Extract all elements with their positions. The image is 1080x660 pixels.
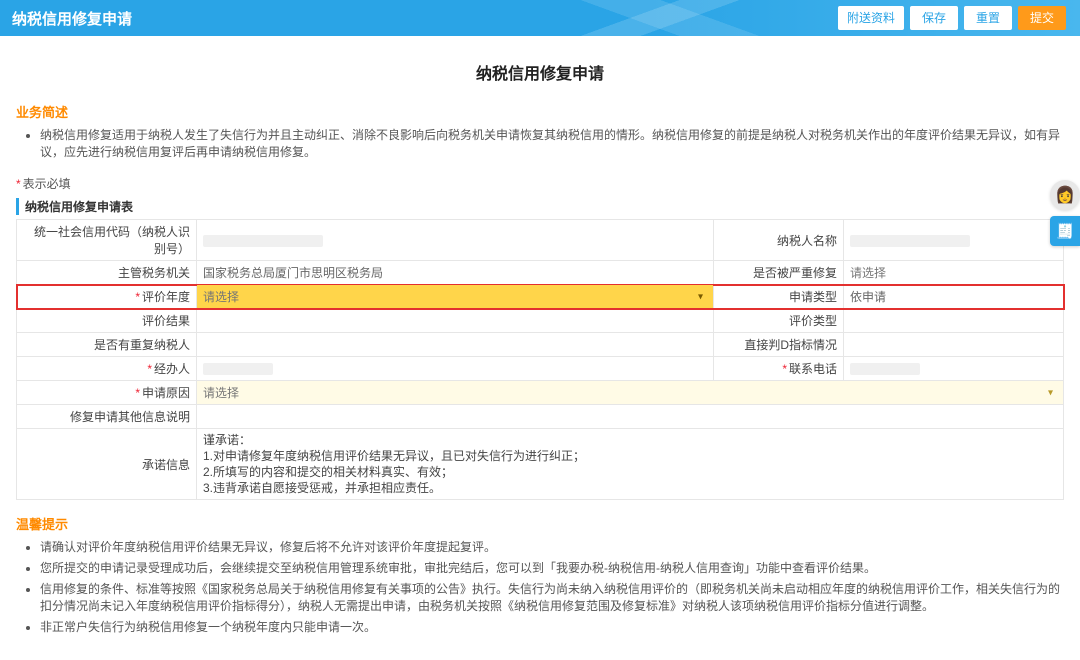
label-reason-text: 申请原因 [142, 386, 190, 400]
business-item: 纳税信用修复适用于纳税人发生了失信行为并且主动纠正、消除不良影响后向税务机关申请… [40, 127, 1064, 161]
masked-value [203, 363, 273, 375]
value-eval-result [197, 309, 714, 333]
value-full-repair[interactable]: 请选择 [844, 261, 1064, 285]
required-star-icon: * [135, 386, 140, 400]
form-row: 评价结果 评价类型 [17, 309, 1064, 333]
chevron-down-icon: ▾ [698, 291, 703, 302]
label-agent: *经办人 [17, 357, 197, 381]
reason-select[interactable]: 请选择 ▾ [197, 381, 1064, 405]
label-taxpayer-name: 纳税人名称 [714, 220, 844, 261]
eval-year-select[interactable]: ▾ [197, 285, 714, 309]
required-note: *表示必填 [16, 175, 1064, 192]
required-star-icon: * [782, 362, 787, 376]
value-has-severe [197, 333, 714, 357]
form-row: 承诺信息 谨承诺： 1.对申请修复年度纳税信用评价结果无异议，且已对失信行为进行… [17, 429, 1064, 500]
label-eval-kind: 评价类型 [714, 309, 844, 333]
form-row: 是否有重复纳税人 直接判D指标情况 [17, 333, 1064, 357]
side-panel-toggle[interactable]: 🧾 [1050, 216, 1080, 246]
commitment-line: 2.所填写的内容和提交的相关材料真实、有效； [203, 464, 1057, 480]
form-row: *经办人 *联系电话 [17, 357, 1064, 381]
required-star-icon: * [16, 177, 21, 191]
commitment-intro: 谨承诺： [203, 432, 1057, 448]
chevron-down-icon: ▾ [1048, 387, 1053, 398]
section-business-heading: 业务简述 [16, 102, 1064, 121]
value-uscc [197, 220, 714, 261]
attach-button[interactable]: 附送资料 [838, 6, 904, 30]
assistant-avatar-icon[interactable]: 👩 [1050, 180, 1080, 210]
header-decoration [520, 0, 820, 36]
label-apply-type: 申请类型 [714, 285, 844, 309]
tips-item: 非正常户失信行为纳税信用修复一个纳税年度内只能申请一次。 [40, 619, 1064, 636]
form-row: 修复申请其他信息说明 [17, 405, 1064, 429]
floating-widgets: 👩 🧾 [1050, 180, 1080, 246]
submit-button[interactable]: 提交 [1018, 6, 1066, 30]
label-eval-result: 评价结果 [17, 309, 197, 333]
eval-year-input[interactable] [203, 290, 707, 304]
save-button[interactable]: 保存 [910, 6, 958, 30]
value-authority: 国家税务总局厦门市思明区税务局 [197, 261, 714, 285]
page-title: 纳税信用修复申请 [16, 60, 1064, 84]
page-body: 纳税信用修复申请 业务简述 纳税信用修复适用于纳税人发生了失信行为并且主动纠正、… [0, 36, 1080, 660]
masked-value [850, 235, 970, 247]
tips-item: 信用修复的条件、标准等按照《国家税务总局关于纳税信用修复有关事项的公告》执行。失… [40, 581, 1064, 615]
label-d-indicator: 直接判D指标情况 [714, 333, 844, 357]
app-header: 纳税信用修复申请 附送资料 保存 重置 提交 [0, 0, 1080, 36]
label-uscc: 统一社会信用代码（纳税人识别号） [17, 220, 197, 261]
section-tips-heading: 温馨提示 [16, 514, 1064, 533]
tips-list: 请确认对评价年度纳税信用评价结果无异议，修复后将不允许对该评价年度提起复评。 您… [40, 539, 1064, 636]
value-phone[interactable] [844, 357, 1064, 381]
label-phone: *联系电话 [714, 357, 844, 381]
form-row: *申请原因 请选择 ▾ [17, 381, 1064, 405]
value-taxpayer-name [844, 220, 1064, 261]
commitment-line: 3.违背承诺自愿接受惩戒，并承担相应责任。 [203, 480, 1057, 496]
value-agent[interactable] [197, 357, 714, 381]
reset-button[interactable]: 重置 [964, 6, 1012, 30]
form-row: 主管税务机关 国家税务总局厦门市思明区税务局 是否被严重修复 请选择 [17, 261, 1064, 285]
label-authority: 主管税务机关 [17, 261, 197, 285]
business-list: 纳税信用修复适用于纳税人发生了失信行为并且主动纠正、消除不良影响后向税务机关申请… [40, 127, 1064, 161]
reason-placeholder: 请选择 [203, 386, 239, 400]
commitment-text: 谨承诺： 1.对申请修复年度纳税信用评价结果无异议，且已对失信行为进行纠正； 2… [197, 429, 1064, 500]
label-other-note: 修复申请其他信息说明 [17, 405, 197, 429]
label-reason: *申请原因 [17, 381, 197, 405]
masked-value [850, 363, 920, 375]
required-note-text: 表示必填 [23, 177, 71, 191]
header-buttons: 附送资料 保存 重置 提交 [838, 6, 1066, 30]
masked-value [203, 235, 323, 247]
value-eval-kind [844, 309, 1064, 333]
label-eval-year: *评价年度 [17, 285, 197, 309]
application-form: 统一社会信用代码（纳税人识别号） 纳税人名称 主管税务机关 国家税务总局厦门市思… [16, 219, 1064, 500]
value-apply-type: 依申请 [844, 285, 1064, 309]
label-eval-year-text: 评价年度 [142, 290, 190, 304]
commitment-line: 1.对申请修复年度纳税信用评价结果无异议，且已对失信行为进行纠正； [203, 448, 1057, 464]
label-agent-text: 经办人 [154, 362, 190, 376]
app-title: 纳税信用修复申请 [12, 8, 132, 29]
tips-item: 您所提交的申请记录受理成功后，会继续提交至纳税信用管理系统审批，审批完结后，您可… [40, 560, 1064, 577]
form-row: 统一社会信用代码（纳税人识别号） 纳税人名称 [17, 220, 1064, 261]
tips-item: 请确认对评价年度纳税信用评价结果无异议，修复后将不允许对该评价年度提起复评。 [40, 539, 1064, 556]
other-note-textarea[interactable] [197, 405, 1064, 429]
label-commitment: 承诺信息 [17, 429, 197, 500]
value-d-indicator [844, 333, 1064, 357]
required-star-icon: * [147, 362, 152, 376]
form-caption: 纳税信用修复申请表 [16, 198, 1064, 215]
label-full-repair: 是否被严重修复 [714, 261, 844, 285]
form-row: *评价年度 ▾ 申请类型 依申请 [17, 285, 1064, 309]
label-phone-text: 联系电话 [789, 362, 837, 376]
full-repair-select-text: 请选择 [850, 266, 886, 280]
required-star-icon: * [135, 290, 140, 304]
label-has-severe: 是否有重复纳税人 [17, 333, 197, 357]
